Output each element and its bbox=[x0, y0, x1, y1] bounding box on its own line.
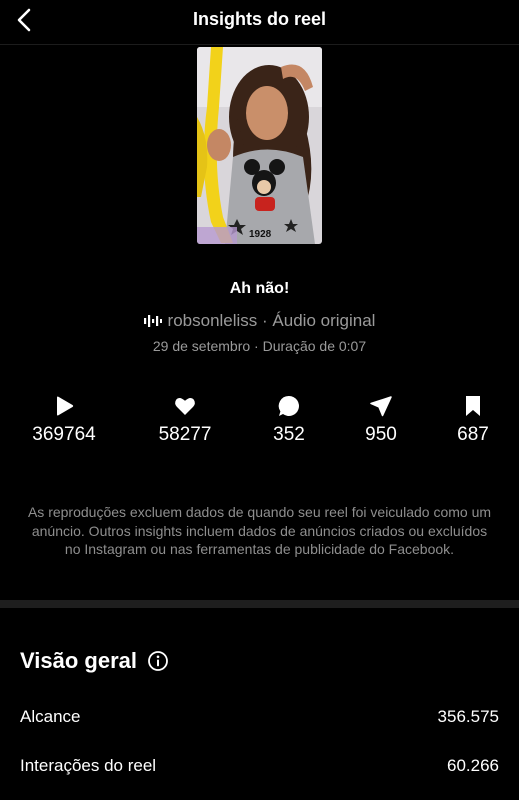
audio-attribution[interactable]: robsonleliss · Áudio original bbox=[0, 311, 519, 331]
play-icon bbox=[57, 396, 74, 416]
comments-stat: 352 bbox=[239, 394, 339, 446]
bookmark-icon bbox=[466, 396, 480, 416]
info-icon bbox=[148, 651, 168, 671]
heart-icon bbox=[175, 397, 195, 415]
interactions-label: Interações do reel bbox=[20, 756, 157, 775]
shirt-print-text: 1928 bbox=[249, 229, 272, 240]
likes-stat: 58277 bbox=[135, 394, 235, 446]
audio-waveform-icon bbox=[143, 315, 162, 327]
saves-count: 687 bbox=[457, 424, 489, 445]
comments-count: 352 bbox=[273, 424, 305, 445]
reach-row[interactable]: Alcance 356.575 bbox=[20, 705, 499, 729]
overview-title: Visão geral bbox=[20, 648, 137, 673]
overview-header: Visão geral bbox=[20, 648, 169, 674]
plays-stat: 369764 bbox=[14, 394, 114, 446]
info-button[interactable] bbox=[147, 650, 169, 672]
engagement-stats: 369764 58277 352 950 687 bbox=[0, 394, 519, 454]
top-bar: Insights do reel bbox=[0, 0, 519, 45]
likes-count: 58277 bbox=[158, 424, 212, 445]
saves-stat: 687 bbox=[423, 394, 519, 446]
section-divider bbox=[0, 600, 519, 608]
reach-value: 356.575 bbox=[437, 707, 499, 726]
page-title: Insights do reel bbox=[192, 9, 327, 29]
share-icon bbox=[370, 396, 392, 417]
interactions-row[interactable]: Interações do reel 60.266 bbox=[20, 754, 499, 778]
plays-count: 369764 bbox=[32, 424, 96, 445]
comment-icon bbox=[278, 395, 299, 416]
shares-stat: 950 bbox=[331, 394, 431, 446]
audio-label: robsonleliss · Áudio original bbox=[167, 311, 376, 330]
reel-thumbnail[interactable]: 1928 bbox=[197, 47, 322, 244]
reach-label: Alcance bbox=[20, 707, 81, 726]
reel-title: Ah não! bbox=[229, 280, 290, 297]
insights-disclaimer: As reproduções excluem dados de quando s… bbox=[27, 504, 492, 557]
shares-count: 950 bbox=[365, 424, 397, 445]
reel-date-duration: 29 de setembro · Duração de 0:07 bbox=[152, 338, 367, 354]
interactions-value: 60.266 bbox=[447, 756, 499, 775]
